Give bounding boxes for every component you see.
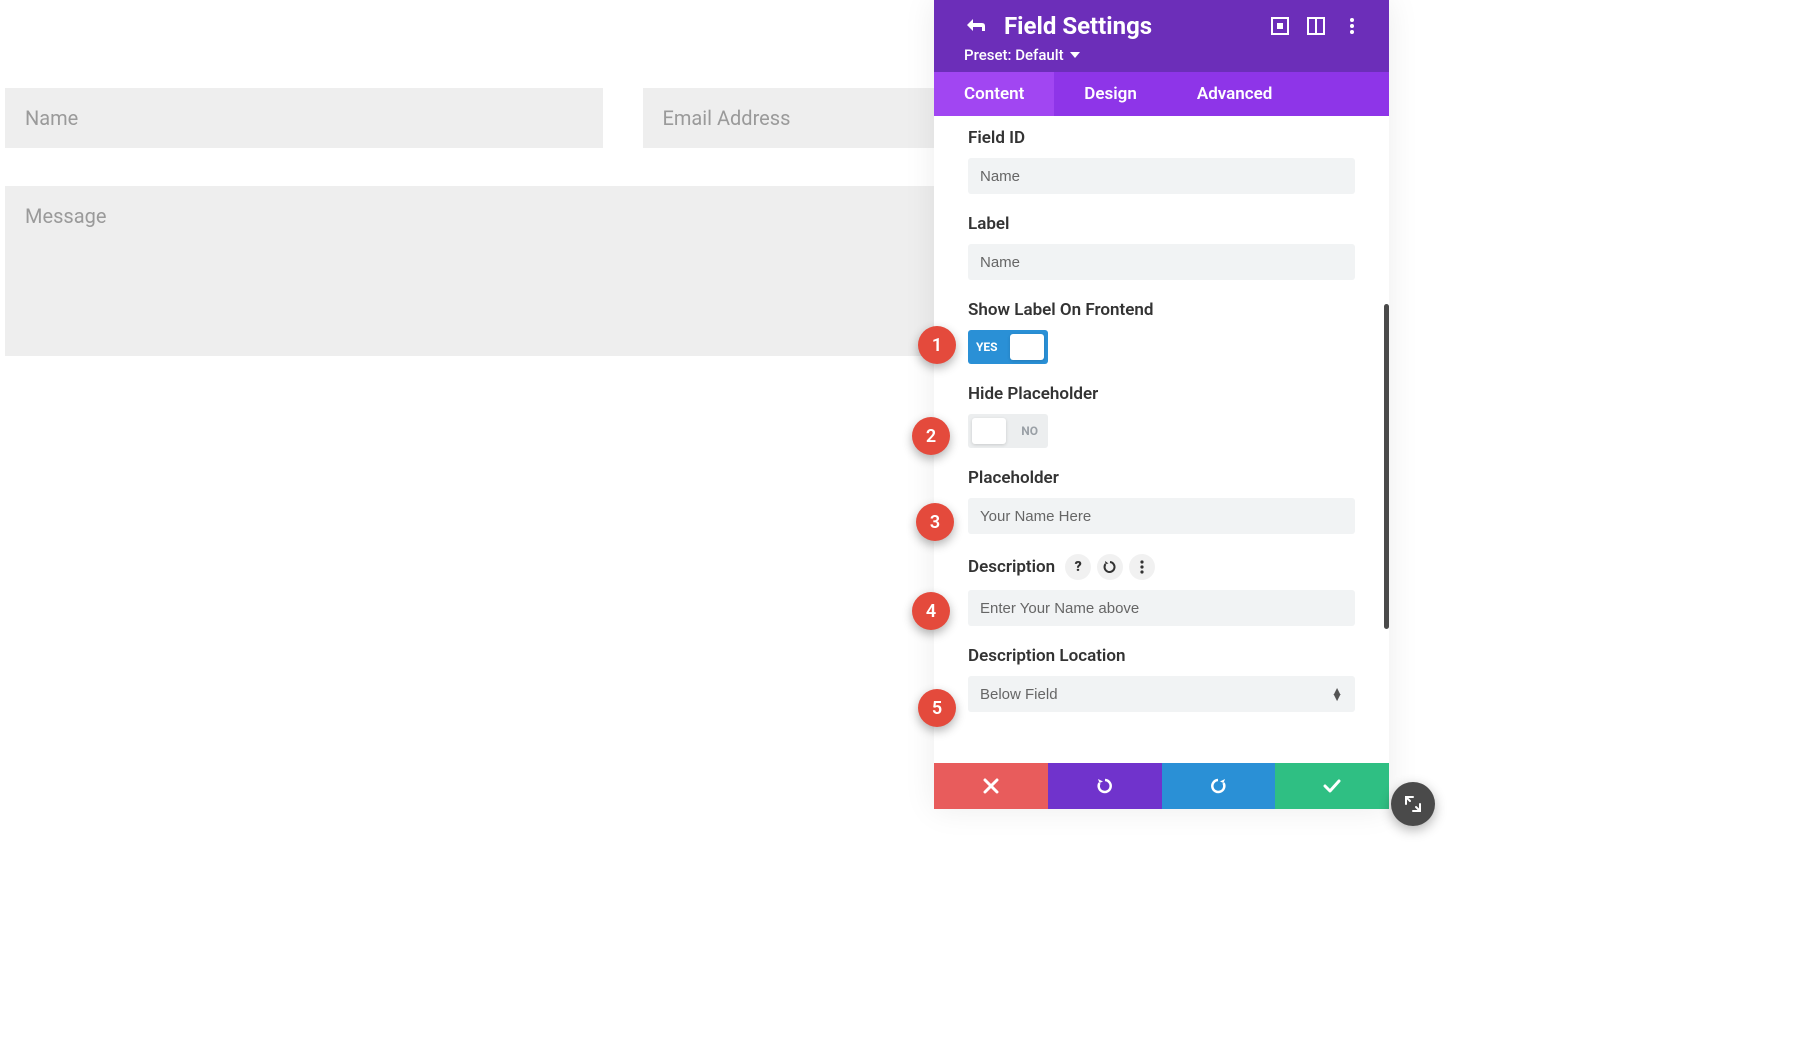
tab-design[interactable]: Design bbox=[1054, 72, 1167, 116]
field-id-input[interactable] bbox=[968, 158, 1355, 194]
more-icon[interactable] bbox=[1341, 15, 1363, 37]
placeholder-input[interactable] bbox=[968, 498, 1355, 534]
panel-body: Field ID Label Show Label On Frontend YE… bbox=[934, 116, 1389, 763]
field-id-label: Field ID bbox=[968, 128, 1355, 148]
redo-button[interactable] bbox=[1162, 763, 1276, 809]
toggle-no-text: NO bbox=[1021, 424, 1038, 438]
description-location-label: Description Location bbox=[968, 646, 1355, 666]
undo-icon bbox=[1096, 777, 1114, 795]
undo-button[interactable] bbox=[1048, 763, 1162, 809]
canvas: Name Email Address Message bbox=[0, 0, 1800, 1051]
description-input[interactable] bbox=[968, 590, 1355, 626]
hide-placeholder-label: Hide Placeholder bbox=[968, 384, 1355, 404]
show-label-label: Show Label On Frontend bbox=[968, 300, 1355, 320]
chevron-down-icon bbox=[1070, 52, 1080, 58]
annotation-badge-1: 1 bbox=[918, 326, 956, 364]
toggle-yes-text: YES bbox=[976, 340, 998, 354]
help-icon[interactable]: ? bbox=[1065, 554, 1091, 580]
show-label-toggle[interactable]: YES bbox=[968, 330, 1048, 364]
panel-title: Field Settings bbox=[1004, 12, 1255, 40]
options-icon[interactable] bbox=[1129, 554, 1155, 580]
preset-dropdown[interactable]: Preset: Default bbox=[964, 46, 1363, 64]
description-location-select[interactable] bbox=[968, 676, 1355, 712]
panel-header: Field Settings Preset: Default bbox=[934, 0, 1389, 72]
back-icon[interactable] bbox=[964, 15, 986, 37]
hide-placeholder-toggle[interactable]: NO bbox=[968, 414, 1048, 448]
panel-footer bbox=[934, 763, 1389, 809]
tab-advanced[interactable]: Advanced bbox=[1167, 72, 1303, 116]
annotation-badge-4: 4 bbox=[912, 592, 950, 630]
confirm-button[interactable] bbox=[1275, 763, 1389, 809]
layout-icon[interactable] bbox=[1305, 15, 1327, 37]
settings-panel: Field Settings Preset: Default Content D… bbox=[934, 0, 1389, 809]
annotation-badge-2: 2 bbox=[912, 417, 950, 455]
label-input[interactable] bbox=[968, 244, 1355, 280]
placeholder-label: Placeholder bbox=[968, 468, 1355, 488]
annotation-badge-3: 3 bbox=[916, 503, 954, 541]
scrollbar[interactable] bbox=[1384, 304, 1389, 629]
cancel-button[interactable] bbox=[934, 763, 1048, 809]
expand-icon[interactable] bbox=[1269, 15, 1291, 37]
preset-label: Preset: Default bbox=[964, 46, 1064, 64]
expand-diagonal-icon bbox=[1403, 794, 1423, 814]
panel-tabs: Content Design Advanced bbox=[934, 72, 1389, 116]
name-input[interactable]: Name bbox=[5, 88, 603, 148]
redo-icon bbox=[1209, 777, 1227, 795]
annotation-badge-5: 5 bbox=[918, 689, 956, 727]
check-icon bbox=[1323, 779, 1341, 793]
tab-content[interactable]: Content bbox=[934, 72, 1054, 116]
reset-icon[interactable] bbox=[1097, 554, 1123, 580]
label-label: Label bbox=[968, 214, 1355, 234]
expand-fab[interactable] bbox=[1391, 782, 1435, 826]
close-icon bbox=[983, 778, 999, 794]
description-label: Description bbox=[968, 557, 1055, 577]
